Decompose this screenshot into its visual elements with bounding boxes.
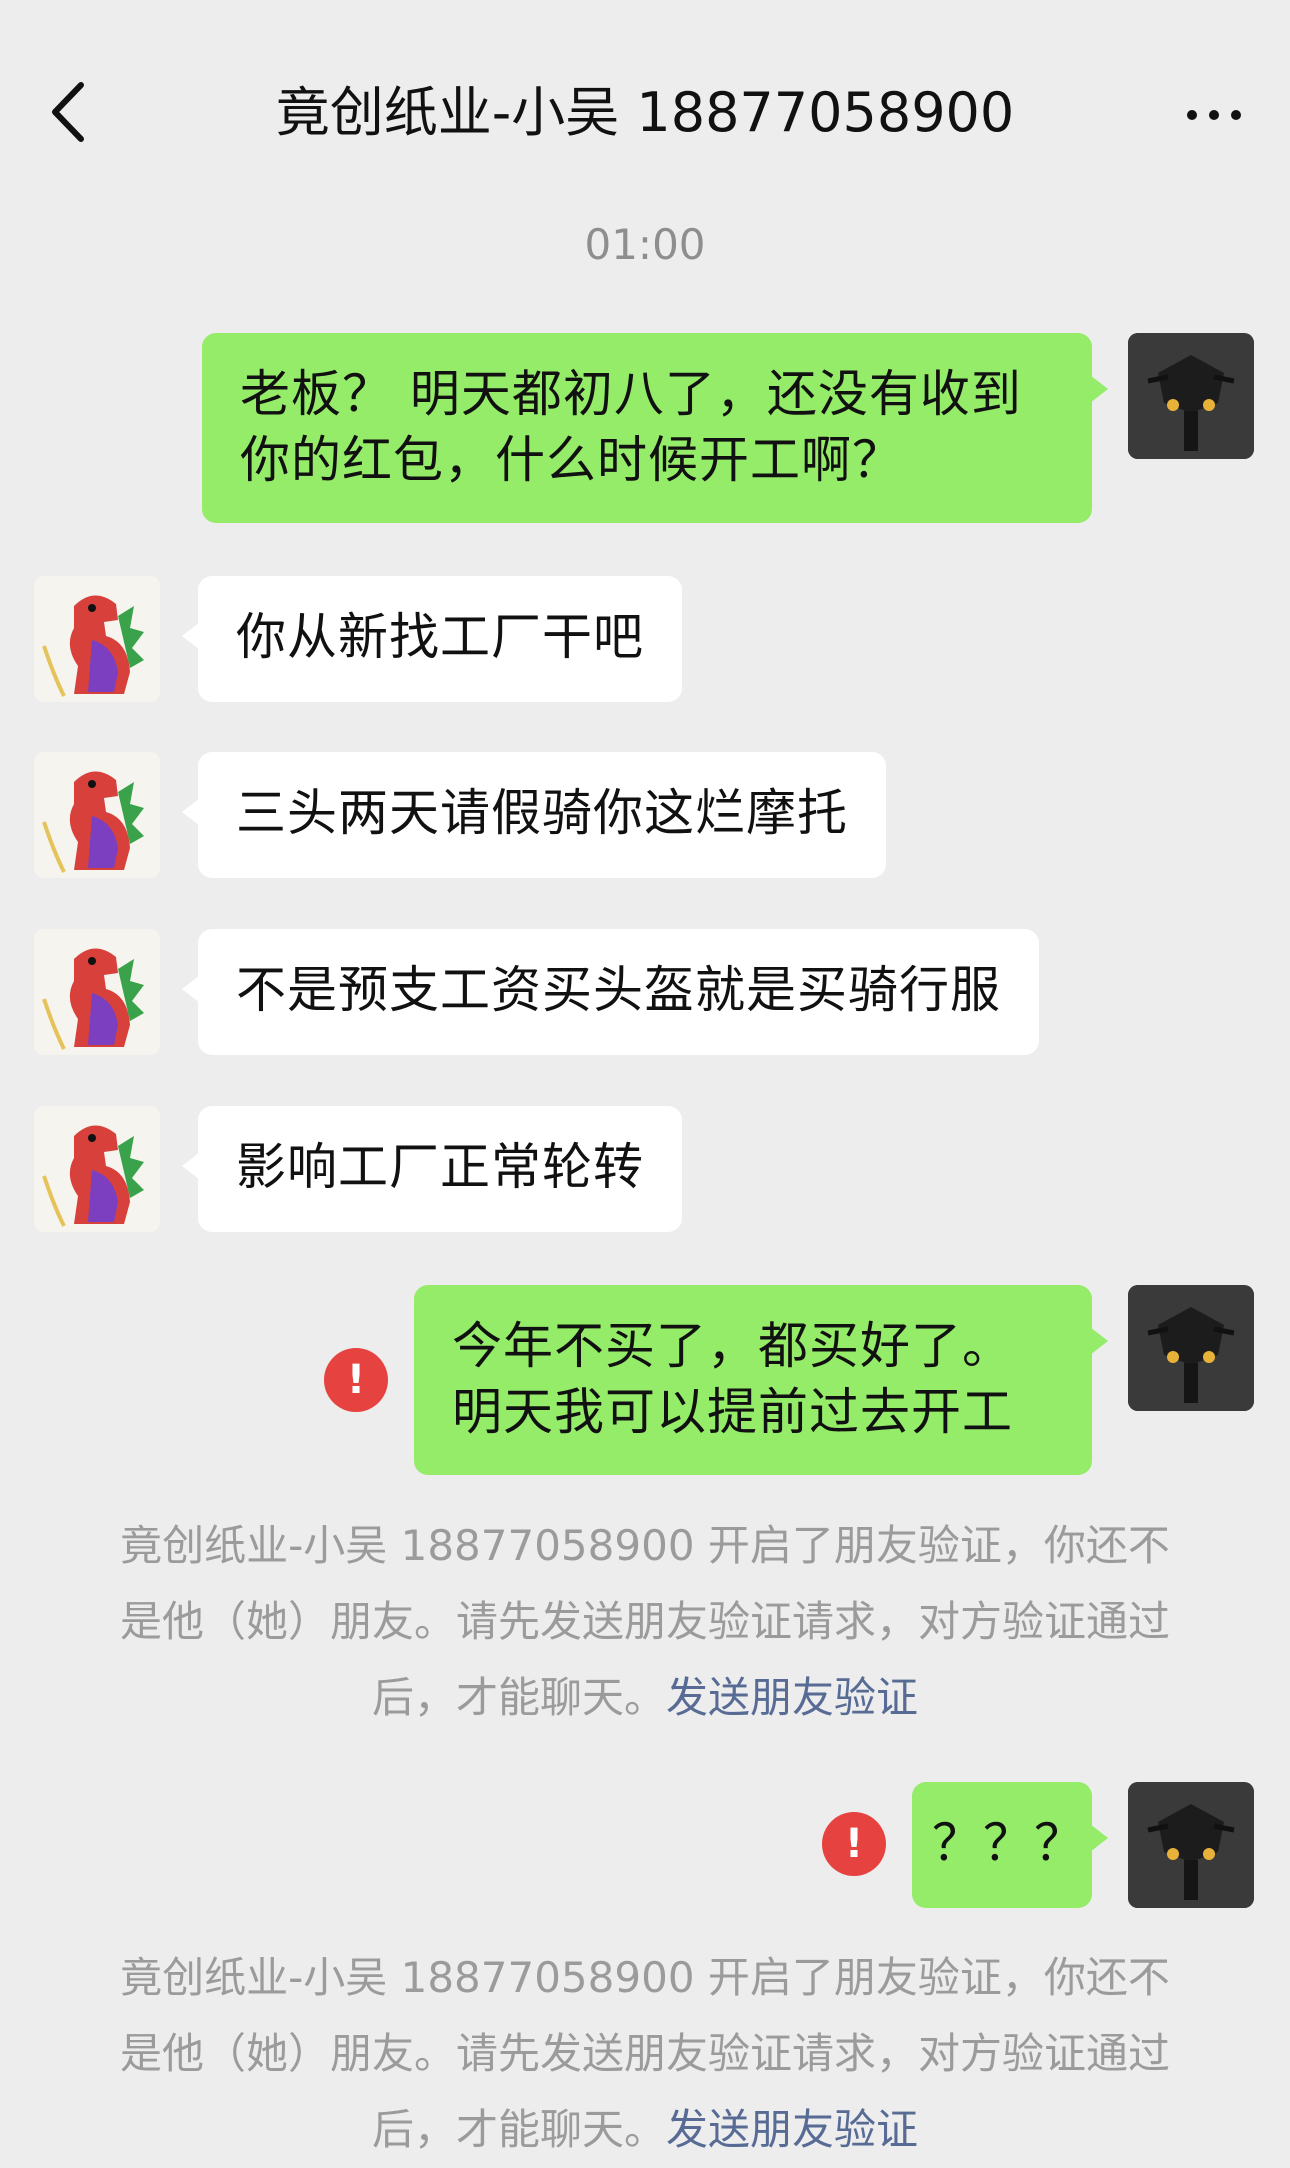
message-bubble-received[interactable]: 你从新找工厂干吧 xyxy=(182,576,682,702)
motorcycle-icon xyxy=(1128,333,1254,459)
message-bubble-received[interactable]: 三头两天请假骑你这烂摩托 xyxy=(182,752,886,878)
more-dot xyxy=(1231,110,1241,120)
system-notice-line: 后，才能聊天。发送朋友验证 xyxy=(80,1660,1210,1736)
chat-header: 竟创纸业-小吴 18877058900 xyxy=(0,0,1290,230)
system-notice-line: 是他（她）朋友。请先发送朋友验证请求，对方验证通过 xyxy=(119,2029,1170,2078)
message-bubble-sent[interactable]: 老板？ 明天都初八了，还没有收到 你的红包，什么时候开工啊？ xyxy=(202,333,1108,523)
system-notice-line: 是他（她）朋友。请先发送朋友验证请求，对方验证通过 xyxy=(119,1597,1170,1646)
message-bubble-sent[interactable]: ？？？ xyxy=(912,1782,1108,1908)
send-failed-icon[interactable]: ! xyxy=(822,1812,886,1876)
motorcycle-icon xyxy=(1128,1285,1254,1411)
system-notice-text: 后，才能聊天。 xyxy=(371,1673,666,1722)
send-failed-icon[interactable]: ! xyxy=(324,1348,388,1412)
system-notice: 竟创纸业-小吴 18877058900 开启了朋友验证，你还不 是他（她）朋友。… xyxy=(80,1508,1210,1736)
dinosaur-icon xyxy=(34,929,160,1055)
contact-avatar[interactable] xyxy=(34,752,160,878)
timestamp: 01:00 xyxy=(584,220,706,269)
system-notice-line: 竟创纸业-小吴 18877058900 开启了朋友验证，你还不 xyxy=(120,1521,1170,1570)
dinosaur-icon xyxy=(34,1106,160,1232)
system-notice: 竟创纸业-小吴 18877058900 开启了朋友验证，你还不 是他（她）朋友。… xyxy=(80,1940,1210,2168)
more-dots-icon xyxy=(1187,110,1197,120)
contact-avatar[interactable] xyxy=(34,576,160,702)
dinosaur-icon xyxy=(34,752,160,878)
system-notice-line: 后，才能聊天。发送朋友验证 xyxy=(80,2092,1210,2168)
my-avatar[interactable] xyxy=(1128,1782,1254,1908)
more-dot xyxy=(1209,110,1219,120)
chevron-left-icon xyxy=(52,82,84,142)
message-bubble-received[interactable]: 影响工厂正常轮转 xyxy=(182,1106,682,1232)
send-verification-link[interactable]: 发送朋友验证 xyxy=(666,2105,918,2154)
dinosaur-icon xyxy=(34,576,160,702)
system-notice-text: 后，才能聊天。 xyxy=(371,2105,666,2154)
send-verification-link[interactable]: 发送朋友验证 xyxy=(666,1673,918,1722)
contact-avatar[interactable] xyxy=(34,1106,160,1232)
message-bubble-received[interactable]: 不是预支工资买头盔就是买骑行服 xyxy=(182,929,1039,1055)
my-avatar[interactable] xyxy=(1128,333,1254,459)
chat-title: 竟创纸业-小吴 18877058900 xyxy=(275,81,1015,144)
back-button[interactable] xyxy=(40,70,94,154)
more-button[interactable] xyxy=(1174,80,1254,150)
message-bubble-sent[interactable]: 今年不买了，都买好了。 明天我可以提前过去开工 xyxy=(414,1285,1108,1475)
motorcycle-icon xyxy=(1128,1782,1254,1908)
contact-avatar[interactable] xyxy=(34,929,160,1055)
system-notice-line: 竟创纸业-小吴 18877058900 开启了朋友验证，你还不 xyxy=(120,1953,1170,2002)
my-avatar[interactable] xyxy=(1128,1285,1254,1411)
